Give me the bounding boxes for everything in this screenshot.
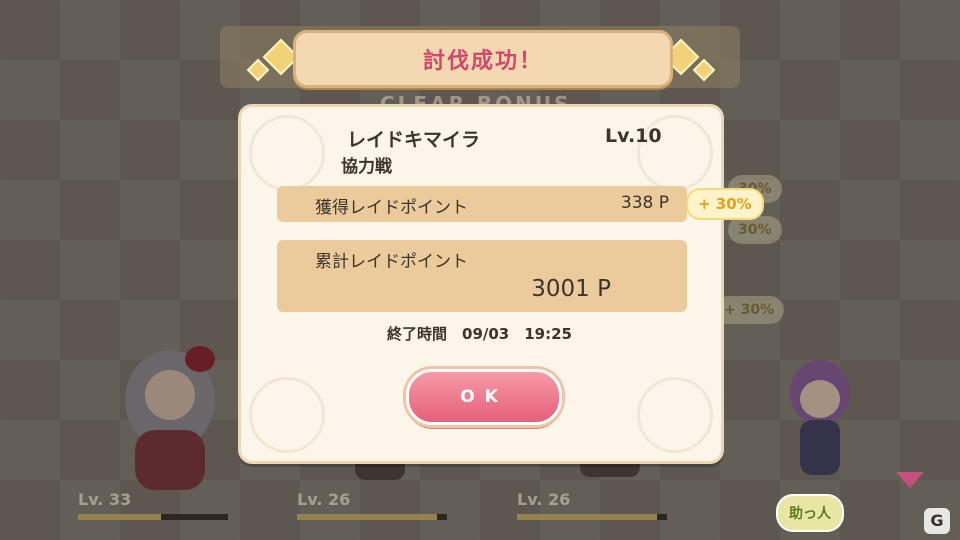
total-points-value: 3001 P [531,276,611,302]
earned-points-row: 獲得レイドポイント 338 P [277,186,687,222]
total-points-label: 累計レイドポイント [315,252,468,272]
earned-points-value: 338 P [620,193,669,213]
battle-mode: 協力戦 [341,157,392,177]
result-panel: レイドキマイラ Lv.10 協力戦 獲得レイドポイント 338 P 累計レイドポ… [238,104,724,464]
helper-button[interactable]: 助っ人 [776,494,844,532]
banner-title: 討伐成功！ [422,49,543,74]
panel-flourish-icon [249,377,325,453]
panel-flourish-icon [637,377,713,453]
end-time: 終了時間 09/03 19:25 [387,325,572,343]
bonus-percent-badge: + 30% [686,188,764,220]
ok-button[interactable]: OK [406,369,562,425]
scroll-down-arrow-icon[interactable] [896,472,924,488]
total-points-row: 累計レイドポイント 3001 P [277,240,687,312]
watermark-logo-icon: G [924,508,950,534]
earned-points-label: 獲得レイドポイント [315,198,468,218]
title-banner: 討伐成功！ [293,30,673,88]
boss-name: レイドキマイラ [347,129,481,151]
boss-level: Lv.10 [605,125,662,147]
panel-flourish-icon [249,115,325,191]
